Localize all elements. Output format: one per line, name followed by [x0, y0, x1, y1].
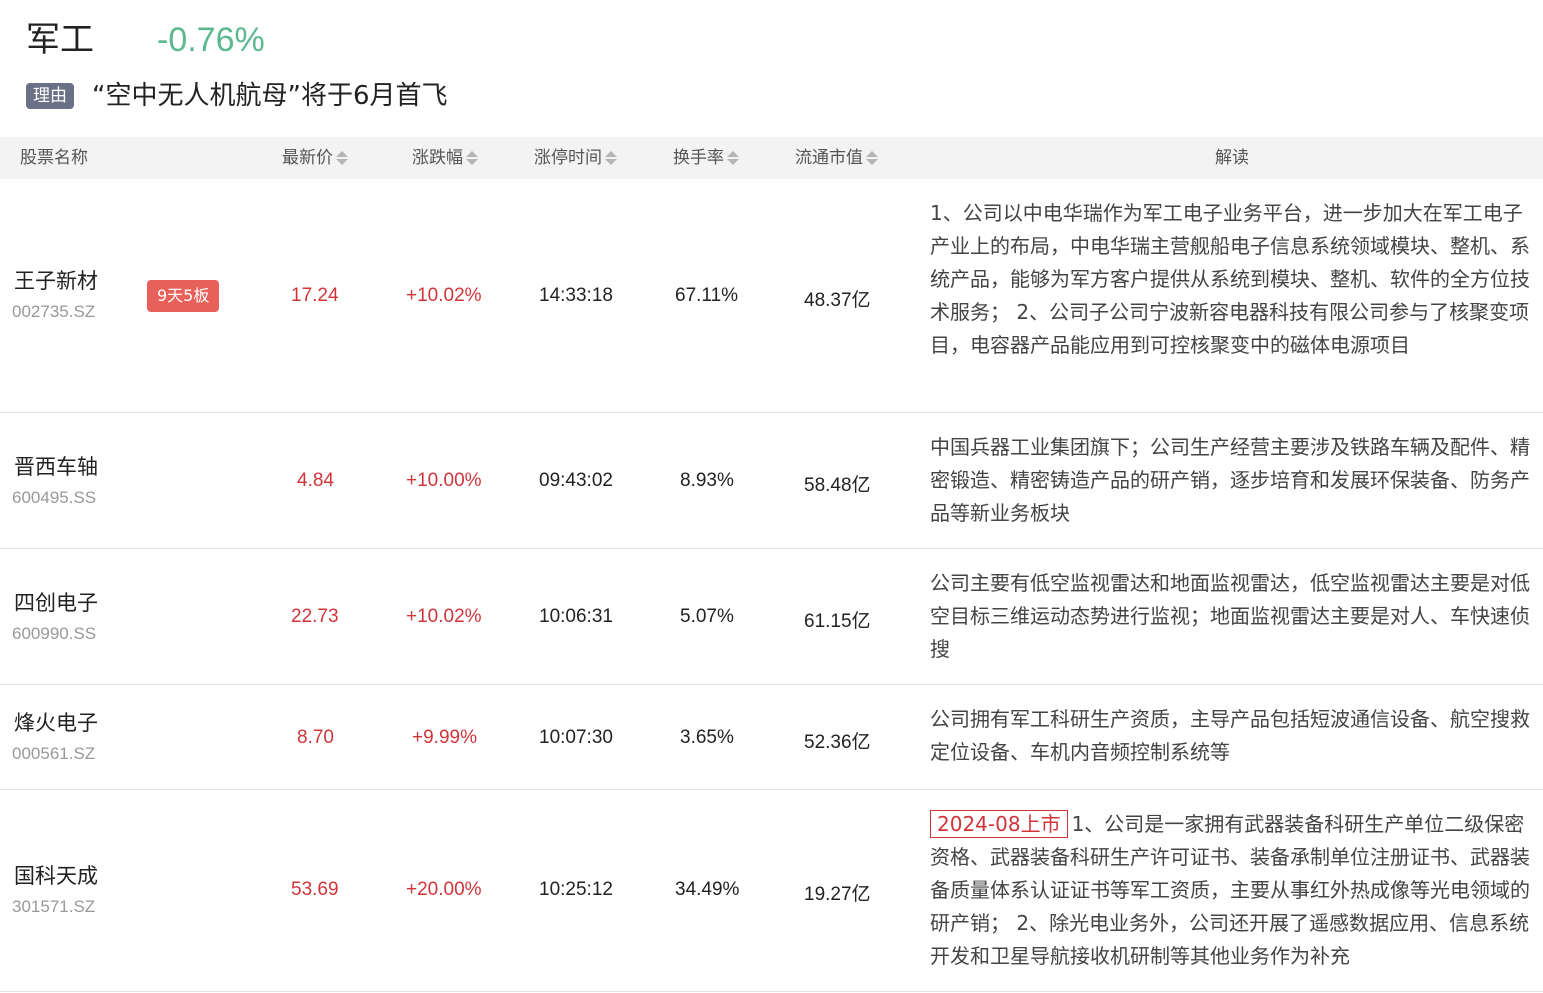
- header-limit-time[interactable]: 涨停时间: [534, 137, 617, 179]
- sort-icon[interactable]: [727, 151, 739, 165]
- turnover-rate: 34.49%: [675, 879, 740, 900]
- reason-row: 理由 “空中无人机航母”将于6月首飞: [26, 78, 447, 114]
- turnover-rate: 3.65%: [680, 727, 734, 748]
- stock-code: 301571.SZ: [12, 897, 96, 916]
- stock-name[interactable]: 烽火电子: [14, 707, 98, 737]
- stock-table: 股票名称 最新价 涨跌幅 涨停时间 换手率 流通市值 解读 王子新材 00273…: [0, 137, 1543, 992]
- sort-icon[interactable]: [866, 151, 878, 165]
- stock-name[interactable]: 国科天成: [14, 860, 98, 890]
- header-change[interactable]: 涨跌幅: [412, 137, 478, 179]
- stock-description: 中国兵器工业集团旗下；公司生产经营主要涉及铁路车辆及配件、精密锻造、精密铸造产品…: [930, 435, 1530, 525]
- limit-time: 14:33:18: [539, 285, 613, 306]
- header-turnover[interactable]: 换手率: [673, 137, 739, 179]
- limit-time: 10:07:30: [539, 727, 613, 748]
- stock-description: 公司主要有低空监视雷达和地面监视雷达，低空监视雷达主要是对低空目标三维运动态势进…: [930, 571, 1530, 661]
- market-cap: 48.37亿: [804, 290, 871, 311]
- limit-time: 10:06:31: [539, 606, 613, 627]
- change-pct: +10.02%: [406, 606, 482, 627]
- table-row[interactable]: 烽火电子 000561.SZ 8.70 +9.99% 10:07:30 3.65…: [0, 685, 1543, 790]
- limit-time: 09:43:02: [539, 470, 613, 491]
- table-row[interactable]: 四创电子 600990.SS 22.73 +10.02% 10:06:31 5.…: [0, 549, 1543, 685]
- stock-name[interactable]: 晋西车轴: [14, 451, 98, 481]
- stock-description: 公司拥有军工科研生产资质，主导产品包括短波通信设备、航空搜救定位设备、车机内音频…: [930, 707, 1530, 764]
- turnover-rate: 8.93%: [680, 470, 734, 491]
- table-row[interactable]: 王子新材 002735.SZ 9天5板 17.24 +10.02% 14:33:…: [0, 179, 1543, 413]
- change-pct: +10.02%: [406, 285, 482, 306]
- board-badge: 9天5板: [147, 280, 220, 312]
- market-cap: 52.36亿: [804, 732, 871, 753]
- price: 8.70: [297, 727, 334, 748]
- change-pct: +9.99%: [412, 727, 477, 748]
- reason-text: “空中无人机航母”将于6月首飞: [92, 81, 448, 111]
- change-pct: +10.00%: [406, 470, 482, 491]
- stock-description: 1、公司以中电华瑞作为军工电子业务平台，进一步加大在军工电子产业上的布局，中电华…: [930, 201, 1530, 357]
- market-cap: 19.27亿: [804, 884, 871, 905]
- price: 4.84: [297, 470, 334, 491]
- table-header: 股票名称 最新价 涨跌幅 涨停时间 换手率 流通市值 解读: [0, 137, 1543, 179]
- change-pct: +20.00%: [406, 879, 482, 900]
- market-cap: 61.15亿: [804, 611, 871, 632]
- stock-name[interactable]: 王子新材: [14, 265, 98, 295]
- ipo-date-tag: 2024-08上市: [930, 810, 1068, 838]
- table-row[interactable]: 国科天成 301571.SZ 53.69 +20.00% 10:25:12 34…: [0, 790, 1543, 992]
- price: 22.73: [291, 606, 339, 627]
- turnover-rate: 67.11%: [675, 285, 739, 306]
- sort-icon[interactable]: [336, 151, 348, 165]
- header-stock-name: 股票名称: [20, 148, 88, 168]
- limit-time: 10:25:12: [539, 879, 613, 900]
- reason-tag: 理由: [26, 83, 74, 109]
- price: 53.69: [291, 879, 339, 900]
- header-desc: 解读: [1215, 148, 1249, 168]
- sector-name: 军工: [26, 20, 94, 60]
- sort-icon[interactable]: [466, 151, 478, 165]
- stock-name[interactable]: 四创电子: [14, 587, 98, 617]
- sort-icon[interactable]: [605, 151, 617, 165]
- stock-code: 600990.SS: [12, 624, 97, 643]
- sector-header: 军工 -0.76% 理由 “空中无人机航母”将于6月首飞: [0, 0, 1543, 137]
- header-mktcap[interactable]: 流通市值: [795, 137, 878, 179]
- header-price[interactable]: 最新价: [282, 137, 348, 179]
- table-row[interactable]: 晋西车轴 600495.SS 4.84 +10.00% 09:43:02 8.9…: [0, 413, 1543, 549]
- stock-code: 002735.SZ: [12, 302, 96, 321]
- stock-code: 000561.SZ: [12, 744, 96, 763]
- turnover-rate: 5.07%: [680, 606, 734, 627]
- market-cap: 58.48亿: [804, 475, 871, 496]
- sector-change: -0.76%: [157, 21, 265, 59]
- price: 17.24: [291, 285, 339, 306]
- stock-description: 2024-08上市 1、公司是一家拥有武器装备科研生产单位二级保密资格、武器装备科…: [930, 808, 1538, 973]
- stock-code: 600495.SS: [12, 488, 97, 507]
